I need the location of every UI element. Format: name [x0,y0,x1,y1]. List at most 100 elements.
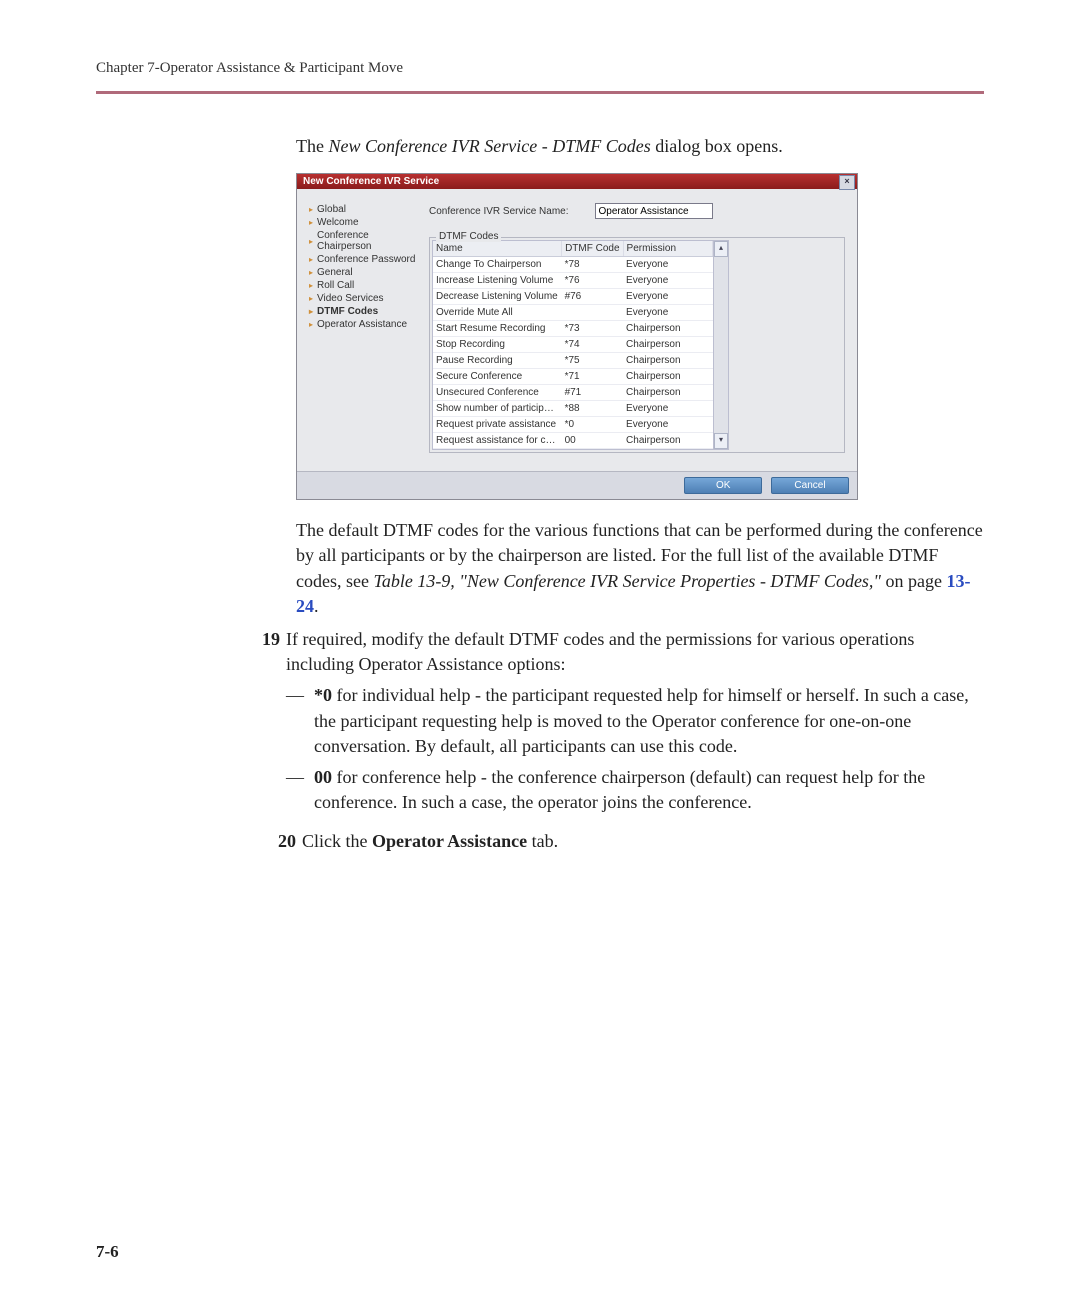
nav-label: Welcome [317,217,359,228]
code-00: 00 [314,767,332,787]
sub-item-text: 00 for conference help - the conference … [314,765,984,815]
caret-icon: ▸ [309,281,313,290]
nav-label: Conference Password [317,254,415,265]
nav-label: Operator Assistance [317,319,407,330]
col-code[interactable]: DTMF Code [562,241,623,257]
caret-icon: ▸ [309,294,313,303]
p2-t2: on page [881,571,946,591]
nav-dtmf-codes[interactable]: ▸DTMF Codes [309,305,419,318]
s20-t2: tab. [527,831,558,851]
cancel-button[interactable]: Cancel [771,477,849,494]
dialog-body: ▸Global ▸Welcome ▸Conference Chairperson… [297,189,857,471]
cell-perm: Everyone [623,417,712,433]
caret-icon: ▸ [309,320,313,329]
p2-ref: Table 13-9, "New Conference IVR Service … [373,571,881,591]
service-name-input[interactable] [595,203,713,219]
table-row[interactable]: Request assistance for confer00Chairpers… [433,433,713,449]
scroll-down-icon[interactable]: ▾ [714,433,728,449]
dialog-titlebar: New Conference IVR Service × [297,174,857,189]
caret-icon: ▸ [309,268,313,277]
cell-name: Increase Listening Volume [433,273,562,289]
service-name-label: Conference IVR Service Name: [429,206,569,217]
caret-icon: ▸ [309,255,313,264]
col-name[interactable]: Name [433,241,562,257]
body-content: The New Conference IVR Service - DTMF Co… [296,134,984,159]
dialog-title-text: New Conference IVR Service [303,176,439,187]
nav-label: DTMF Codes [317,306,378,317]
step-19-body: If required, modify the default DTMF cod… [286,627,984,821]
table-row[interactable]: Pause Recording*75Chairperson [433,353,713,369]
dialog-wrap: New Conference IVR Service × ▸Global ▸We… [296,173,984,500]
table-row[interactable]: Decrease Listening Volume#76Everyone [433,289,713,305]
body-below: The default DTMF codes for the various f… [296,518,984,854]
nav-password[interactable]: ▸ Conference Password [309,253,419,266]
cell-perm: Chairperson [623,337,712,353]
sub-item-star0: — *0 for individual help - the participa… [286,683,984,759]
nav-chairperson[interactable]: ▸ Conference Chairperson [309,229,419,253]
page: Chapter 7-Operator Assistance & Particip… [0,0,1080,1306]
dialog-nav: ▸Global ▸Welcome ▸Conference Chairperson… [309,203,419,453]
table-row[interactable]: Show number of participants*88Everyone [433,401,713,417]
nav-general[interactable]: ▸ General [309,266,419,279]
nav-label: Video Services [317,293,384,304]
dash-icon: — [286,683,314,759]
dtmf-table: Name DTMF Code Permission Change To Chai… [433,241,713,449]
cell-code: *76 [562,273,623,289]
cell-perm: Everyone [623,305,712,321]
cell-code: *71 [562,369,623,385]
s20-t1: Click the [302,831,372,851]
scroll-up-icon[interactable]: ▴ [714,241,728,257]
table-row[interactable]: Unsecured Conference#71Chairperson [433,385,713,401]
dialog-footer: OK Cancel [297,471,857,499]
table-row[interactable]: Request private assistance*0Everyone [433,417,713,433]
table-row[interactable]: Start Resume Recording*73Chairperson [433,321,713,337]
cell-perm: Chairperson [623,353,712,369]
table-row[interactable]: Secure Conference*71Chairperson [433,369,713,385]
nav-rollcall[interactable]: ▸ Roll Call [309,279,419,292]
nav-label: Conference Chairperson [317,230,419,252]
cell-code [562,305,623,321]
cell-name: Decrease Listening Volume [433,289,562,305]
nav-operator-assist[interactable]: ▸ Operator Assistance [309,318,419,331]
nav-videoservices[interactable]: ▸ Video Services [309,292,419,305]
fieldset-legend: DTMF Codes [436,231,501,242]
sub-item-00: — 00 for conference help - the conferenc… [286,765,984,815]
cell-name: Unsecured Conference [433,385,562,401]
cell-perm: Chairperson [623,385,712,401]
s20-bold: Operator Assistance [372,831,527,851]
ok-button[interactable]: OK [684,477,762,494]
cell-name: Show number of participants [433,401,562,417]
intro-italic: New Conference IVR Service - DTMF Codes [328,136,650,156]
service-name-row: Conference IVR Service Name: [429,203,845,219]
cell-name: Request assistance for confer [433,433,562,449]
caret-icon: ▸ [309,205,313,214]
table-row[interactable]: Override Mute AllEveryone [433,305,713,321]
nav-welcome[interactable]: ▸Welcome [309,216,419,229]
table-row[interactable]: Change To Chairperson*78Everyone [433,257,713,273]
dtmf-grid[interactable]: Name DTMF Code Permission Change To Chai… [432,240,714,450]
code-star0: *0 [314,685,332,705]
nav-label: Roll Call [317,280,354,291]
table-row[interactable]: Increase Listening Volume*76Everyone [433,273,713,289]
cell-perm: Everyone [623,257,712,273]
close-icon: × [844,176,849,186]
nav-global[interactable]: ▸Global [309,203,419,216]
col-perm[interactable]: Permission [623,241,712,257]
cell-code: *74 [562,337,623,353]
cell-name: Change To Chairperson [433,257,562,273]
close-button[interactable]: × [839,175,855,190]
cell-name: Secure Conference [433,369,562,385]
intro-line: The New Conference IVR Service - DTMF Co… [296,134,984,159]
caret-icon: ▸ [309,237,313,246]
nav-label: General [317,267,353,278]
cell-name: Request private assistance [433,417,562,433]
step-20: 20 Click the Operator Assistance tab. [296,829,984,854]
cell-perm: Chairperson [623,321,712,337]
dash-icon: — [286,765,314,815]
table-row[interactable]: Stop Recording*74Chairperson [433,337,713,353]
grid-scrollbar[interactable]: ▴ ▾ [714,240,729,450]
cell-perm: Everyone [623,289,712,305]
header-rule [96,91,984,94]
cell-code: 00 [562,433,623,449]
cell-code: *75 [562,353,623,369]
